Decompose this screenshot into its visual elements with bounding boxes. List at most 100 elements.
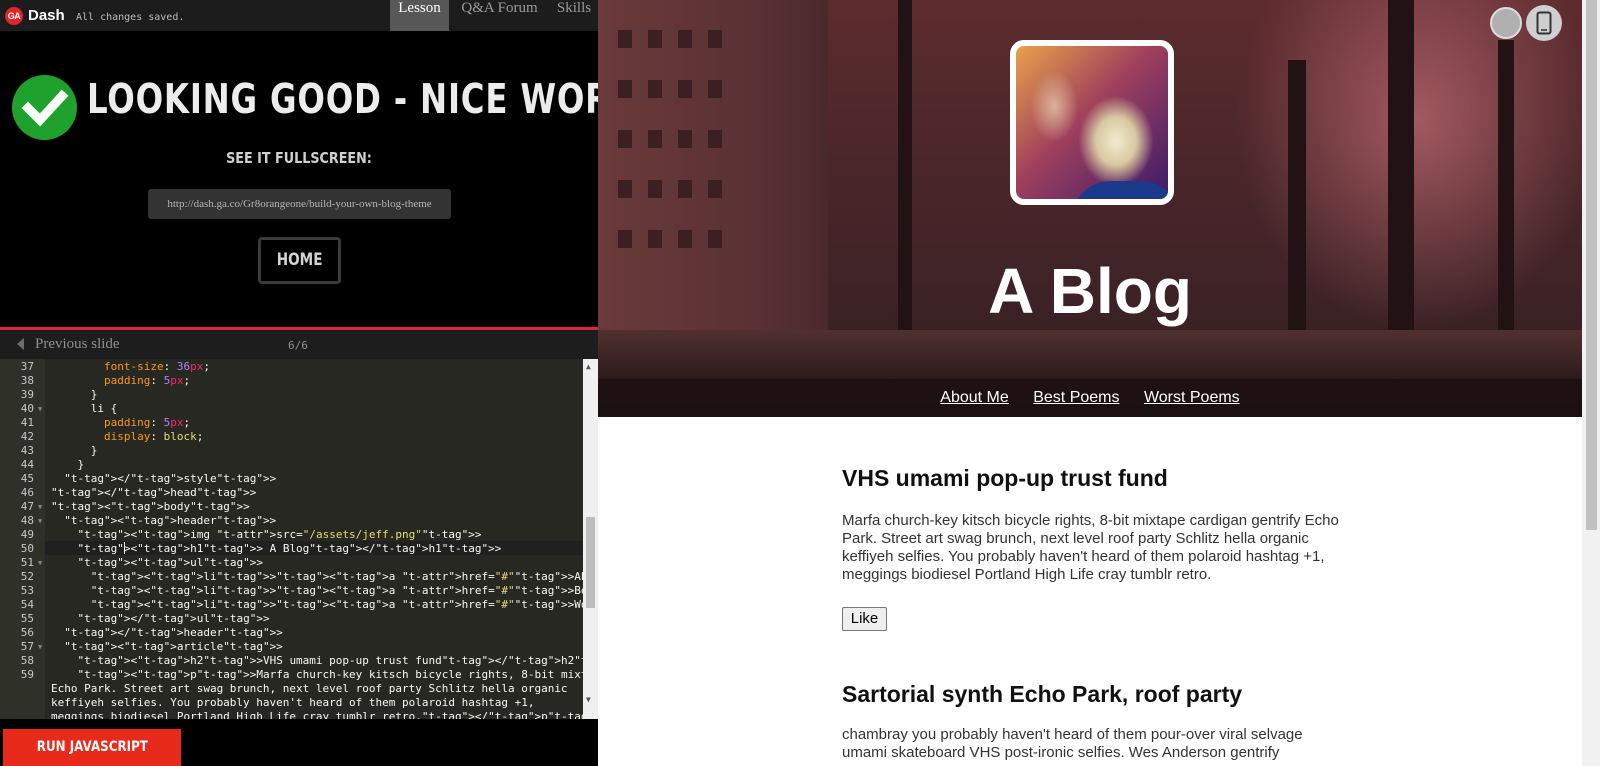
like-button[interactable]: Like [842,607,887,631]
code-line[interactable]: padding: 5px; [51,374,190,388]
editor-scrollbar-thumb[interactable] [586,517,595,608]
top-navigation-bar: GA Dash All changes saved. Lesson Q&A Fo… [0,0,598,31]
code-line[interactable]: padding: 5px; [51,416,190,430]
code-line[interactable]: "t-tag"><"t-tag">body"t-tag">> [51,500,250,514]
line-number: 45 [20,472,34,485]
previous-slide-link[interactable]: Previous slide [35,336,120,353]
code-line[interactable]: display: block; [51,430,203,444]
post-body: Marfa church-key kitsch bicycle rights, … [842,512,1339,583]
app-name[interactable]: Dash [28,7,65,24]
code-line[interactable]: "t-tag"><"t-tag">li"t-tag">>"t-tag"><"t-… [51,598,598,612]
line-number: 59 [20,668,34,681]
line-number: 51 [20,556,34,569]
code-line[interactable]: } [51,388,98,402]
tab-qa-forum[interactable]: Q&A Forum [452,0,547,31]
code-line[interactable]: li { [51,402,118,416]
triangle-left-icon[interactable] [17,338,24,350]
code-line[interactable]: "t-tag"><"t-tag">li"t-tag">>"t-tag"><"t-… [51,570,598,584]
avatar-shirt [1071,181,1168,199]
success-panel: LOOKING GOOD - NICE WORK! SEE IT FULLSCR… [0,31,598,328]
code-line[interactable]: keffiyeh selfies. You probably haven't h… [51,696,534,710]
text-cursor [124,542,125,554]
code-line[interactable]: "t-tag"><"t-tag">ul"t-tag">> [51,556,263,570]
fold-arrow-icon[interactable]: ▼ [38,500,42,514]
code-line[interactable]: "t-tag"><"t-tag">li"t-tag">>"t-tag"><"t-… [51,584,598,598]
line-number: 39 [20,388,34,401]
fullscreen-label: SEE IT FULLSCREEN: [226,149,372,167]
code-line[interactable]: "t-tag"><"t-tag">header"t-tag">> [51,514,276,528]
code-line[interactable]: meggings biodiesel Portland High Life cr… [51,710,598,719]
line-number: 56 [20,626,34,639]
code-line[interactable]: } [51,458,84,472]
blog-title: A Blog [988,255,1192,327]
preview-pane: A Blog About Me Best Poems Worst Poems V… [598,0,1600,766]
code-line[interactable]: "t-tag"><"t-tag">p"t-tag">>Marfa church-… [51,668,599,682]
line-number: 38 [20,374,34,387]
scroll-down-icon[interactable]: ▼ [586,695,591,704]
code-line[interactable]: "t-tag"></"t-tag">head"t-tag">> [51,486,256,500]
line-number: 48 [20,514,34,527]
post-body: chambray you probably haven't heard of t… [842,726,1303,761]
success-heading: LOOKING GOOD - NICE WORK! [87,75,598,123]
slide-counter: 6/6 [288,339,308,352]
line-number: 44 [20,458,34,471]
post-title: VHS umami pop-up trust fund [842,465,1168,491]
run-bar: RUN JAVASCRIPT [0,719,598,766]
fold-arrow-icon[interactable]: ▼ [38,556,42,570]
blog-nav: About Me Best Poems Worst Poems [598,380,1582,416]
line-number: 37 [20,360,34,373]
line-number: 46 [20,486,34,499]
checkmark-icon [12,75,77,140]
home-button-label: HOME [276,250,323,270]
line-number: 53 [20,584,34,597]
code-line[interactable]: "t-tag"></"t-tag">ul"t-tag">> [51,612,270,626]
run-javascript-button[interactable]: RUN JAVASCRIPT [3,729,181,766]
line-number: 42 [20,430,34,443]
circle-toggle-icon[interactable] [1490,7,1522,39]
background-street [598,330,1582,380]
line-number: 58 [20,654,34,667]
nav-link-about-me[interactable]: About Me [940,380,1008,416]
preview-scrollbar-thumb[interactable] [1586,0,1597,530]
code-line[interactable]: "t-tag"><"t-tag">h2"t-tag">>VHS umami po… [51,654,599,668]
nav-link-worst-poems[interactable]: Worst Poems [1144,380,1240,416]
line-number: 52 [20,570,34,583]
code-line[interactable]: "t-tag"></"t-tag">header"t-tag">> [51,626,283,640]
fold-arrow-icon[interactable]: ▼ [38,640,42,654]
code-line[interactable]: font-size: 36px; [51,360,210,374]
ga-logo[interactable]: GA [5,7,23,25]
fullscreen-url-field[interactable]: http://dash.ga.co/Gr8orangeone/build-you… [148,189,451,219]
scroll-up-icon[interactable]: ▲ [586,362,591,371]
line-number: 57 [20,640,34,653]
post-title: Sartorial synth Echo Park, roof party [842,681,1243,707]
run-button-label: RUN JAVASCRIPT [36,739,148,755]
tab-skills[interactable]: Skills [549,0,598,31]
code-line[interactable]: Echo Park. Street art swag brunch, next … [51,682,568,696]
fold-arrow-icon[interactable]: ▼ [38,514,42,528]
code-line[interactable]: "t-tag"><"t-tag">img "t-attr">src="/asse… [51,528,482,542]
save-status: All changes saved. [76,12,185,23]
blog-header: A Blog About Me Best Poems Worst Poems [598,0,1582,417]
avatar [1010,40,1174,205]
slide-navigation: Previous slide 6/6 [0,330,598,359]
line-number: 50 [20,542,34,555]
tree-trunk [1498,40,1514,380]
line-number: 54 [20,598,34,611]
nav-link-best-poems[interactable]: Best Poems [1033,380,1119,416]
line-number: 40 [20,402,34,415]
line-number: 47 [20,500,34,513]
line-number: 49 [20,528,34,541]
line-number: 41 [20,416,34,429]
home-button[interactable]: HOME [258,237,341,284]
code-line[interactable]: "t-tag"></"t-tag">style"t-tag">> [51,472,276,486]
line-number: 43 [20,444,34,457]
code-line[interactable]: "t-tag"><"t-tag">article"t-tag">> [51,640,283,654]
tab-lesson[interactable]: Lesson [390,0,449,31]
code-editor[interactable]: 37 38 39 40 41 42 43 44 45 46 47 48 49 5… [0,359,598,719]
phone-icon[interactable] [1526,5,1562,41]
line-number: 55 [20,612,34,625]
lesson-pane: GA Dash All changes saved. Lesson Q&A Fo… [0,0,598,766]
code-line[interactable]: "t-tag"><"t-tag">h1"t-tag">> A Blog"t-ta… [51,542,502,556]
fold-arrow-icon[interactable]: ▼ [38,402,42,416]
code-line[interactable]: } [51,444,98,458]
